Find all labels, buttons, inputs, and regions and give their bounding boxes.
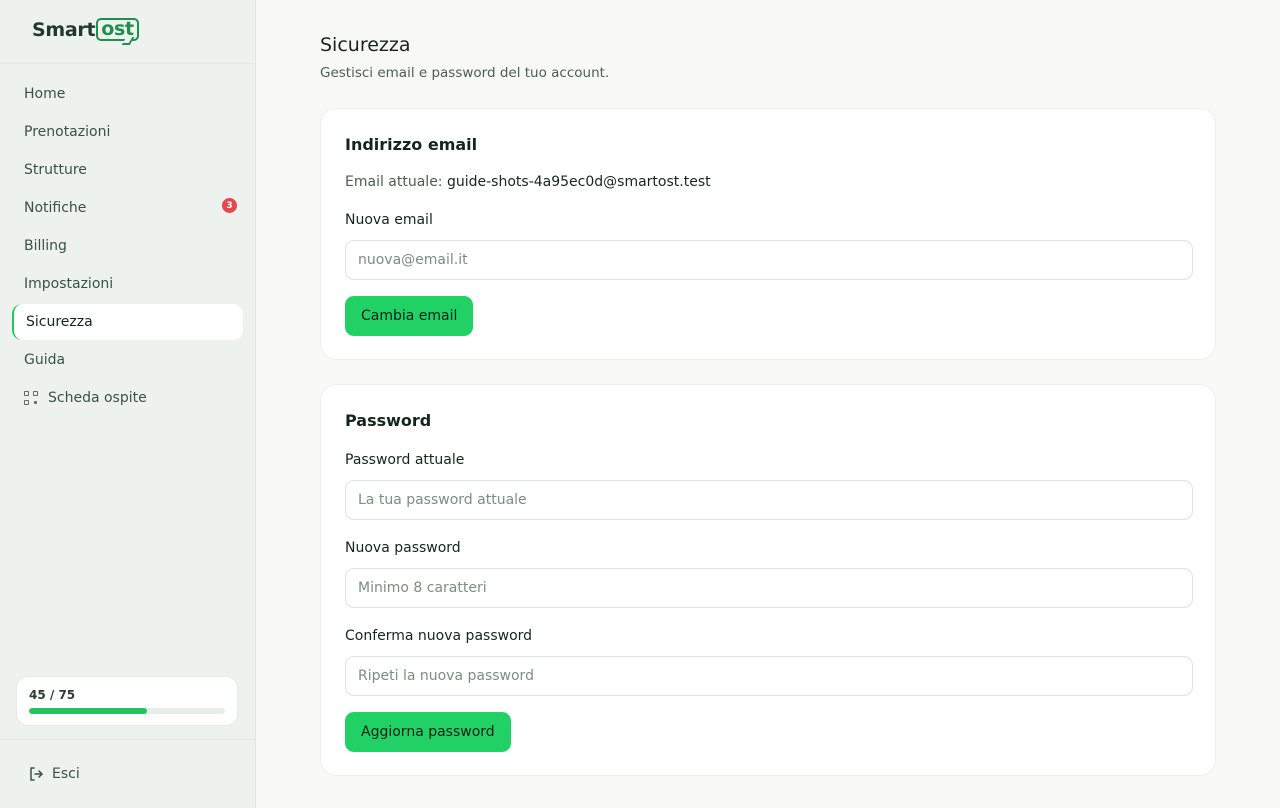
change-email-button[interactable]: Cambia email [345,296,474,336]
usage-meter: 45 / 75 [16,676,238,726]
page-subtitle: Gestisci email e password del tuo accoun… [320,65,610,81]
sidebar-item-strutture[interactable]: Strutture [12,152,243,188]
sidebar-item-impostazioni[interactable]: Impostazioni [12,266,243,302]
password-card: Password Password attuale Nuova password… [320,384,1216,776]
logout-button[interactable]: Esci [28,766,80,782]
sidebar-nav: Home Prenotazioni Strutture Notifiche 3 … [12,76,243,418]
confirm-password-label: Conferma nuova password [345,628,533,644]
sidebar-item-billing[interactable]: Billing [12,228,243,264]
usage-label: 45 / 75 [29,688,76,702]
sidebar-item-notifiche[interactable]: Notifiche 3 [12,190,243,226]
current-email-value: guide-shots-4a95ec0d@smartost.test [446,174,711,190]
new-password-input[interactable] [345,568,1193,608]
page-title: Sicurezza [320,34,411,56]
sidebar-item-label: Strutture [24,162,87,178]
logo[interactable]: Smart ost [32,18,139,41]
new-email-label: Nuova email [345,212,433,228]
sidebar-item-label: Home [24,86,66,102]
usage-progress-bar [29,708,225,714]
logout-label: Esci [52,766,80,782]
logout-area: Esci [0,739,256,808]
new-email-input[interactable] [345,240,1193,280]
confirm-password-input[interactable] [345,656,1193,696]
current-password-label: Password attuale [345,452,465,468]
sidebar-item-sicurezza[interactable]: Sicurezza [12,304,243,340]
usage-progress-fill [29,708,147,714]
sidebar-item-home[interactable]: Home [12,76,243,112]
logo-boxed-text: ost [96,18,139,41]
email-card: Indirizzo email Email attuale: guide-sho… [320,108,1216,360]
sidebar-item-label: Billing [24,238,67,254]
sidebar-item-label: Notifiche [24,200,87,216]
update-password-button[interactable]: Aggiorna password [345,712,511,752]
sidebar-item-label: Scheda ospite [48,390,147,406]
current-email: Email attuale: guide-shots-4a95ec0d@smar… [345,174,711,190]
sidebar-item-label: Sicurezza [26,314,93,330]
notification-count-badge: 3 [222,198,237,213]
qr-code-icon [24,391,38,405]
logo-area: Smart ost [0,0,255,64]
sidebar-item-label: Prenotazioni [24,124,111,140]
sidebar-item-prenotazioni[interactable]: Prenotazioni [12,114,243,150]
sidebar-item-guida[interactable]: Guida [12,342,243,378]
new-password-label: Nuova password [345,540,461,556]
password-card-title: Password [345,411,432,430]
email-card-title: Indirizzo email [345,135,478,154]
logo-text: Smart [32,18,96,41]
sidebar-item-label: Impostazioni [24,276,114,292]
current-email-label: Email attuale: [345,174,443,190]
current-password-input[interactable] [345,480,1193,520]
logout-icon [30,767,43,781]
sidebar: Smart ost Home Prenotazioni Strutture Not… [0,0,256,808]
sidebar-item-label: Guida [24,352,66,368]
sidebar-item-scheda-ospite[interactable]: Scheda ospite [12,380,243,416]
